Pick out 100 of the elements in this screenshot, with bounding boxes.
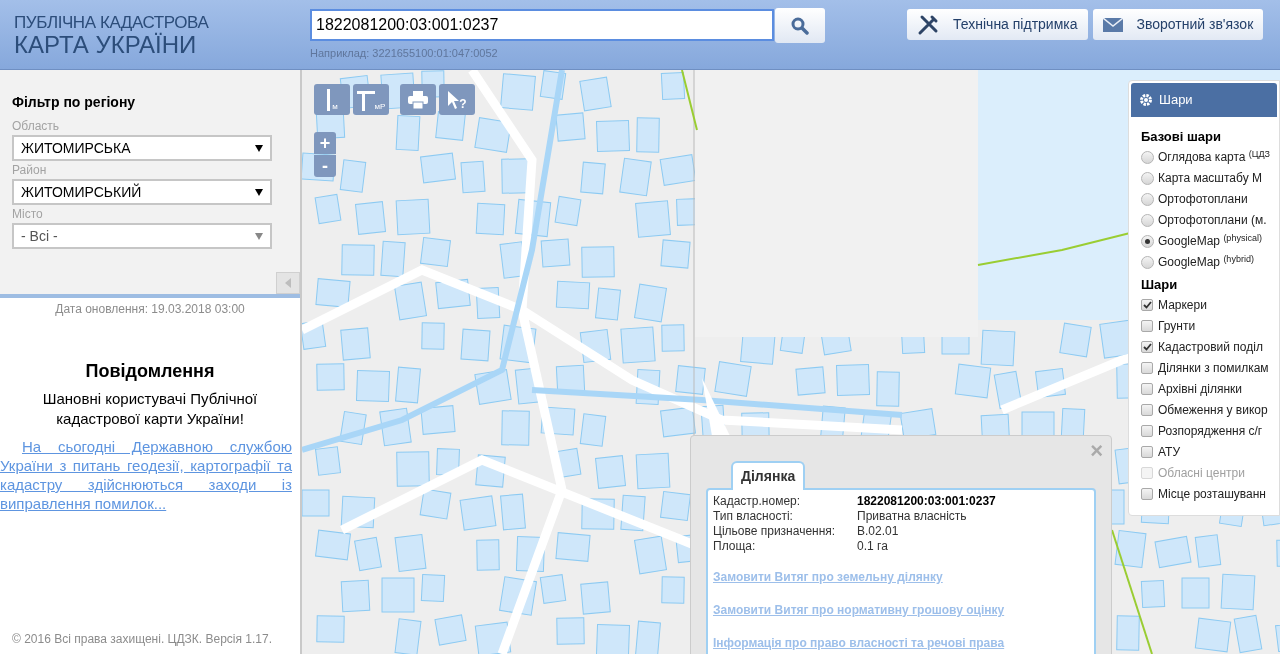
layer-option[interactable]: Архівні ділянки xyxy=(1141,378,1242,399)
dropdown-arrow-icon xyxy=(255,144,263,152)
checkbox[interactable] xyxy=(1141,403,1153,416)
collapse-button[interactable] xyxy=(276,272,300,294)
search-button[interactable] xyxy=(775,8,825,43)
land-parcel xyxy=(675,365,706,395)
field-label: Площа: xyxy=(713,539,757,554)
land-parcel xyxy=(1233,614,1263,654)
popup-tab[interactable]: Ділянка xyxy=(731,461,806,490)
land-parcel xyxy=(499,576,537,616)
land-parcel xyxy=(315,278,351,308)
layer-option[interactable]: Обмеження у викор xyxy=(1141,399,1268,420)
land-parcel xyxy=(579,413,607,447)
land-parcel xyxy=(354,536,382,572)
field-label: Місто xyxy=(12,206,44,223)
land-parcel xyxy=(634,535,667,575)
land-parcel xyxy=(421,322,445,350)
land-parcel xyxy=(341,244,375,276)
checkbox[interactable] xyxy=(1141,319,1153,332)
radio-button[interactable] xyxy=(1141,150,1154,164)
base-layer-option[interactable]: Ортофотоплани (м. xyxy=(1141,209,1267,231)
logo-line: ПУБЛІЧНА КАДАСТРОВА xyxy=(14,14,210,31)
left-arrow-icon xyxy=(285,278,291,288)
layer-option[interactable]: АТУ xyxy=(1141,441,1181,462)
land-parcel xyxy=(434,614,467,646)
search-icon xyxy=(791,16,809,35)
checkbox[interactable] xyxy=(1141,361,1153,374)
land-parcel xyxy=(539,574,567,604)
land-parcel xyxy=(314,193,342,225)
checkbox[interactable] xyxy=(1141,382,1153,395)
checkbox[interactable] xyxy=(1141,445,1153,458)
land-parcel xyxy=(316,363,345,391)
land-parcel xyxy=(500,73,536,111)
land-parcel xyxy=(420,573,446,603)
layer-option[interactable]: Кадастровий поділ xyxy=(1141,336,1263,357)
logo-line: КАРТА УКРАЇНИ xyxy=(14,33,197,57)
boundary-line xyxy=(681,70,698,131)
region-select[interactable]: ЖИТОМИРСЬКИЙ xyxy=(12,179,272,205)
support-button[interactable]: Технічна підтримка xyxy=(907,9,1088,40)
checkbox[interactable] xyxy=(1141,487,1153,500)
land-parcel xyxy=(1220,573,1256,611)
land-parcel xyxy=(555,532,591,562)
layer-option[interactable]: Розпорядження с/г xyxy=(1141,420,1263,441)
land-parcel xyxy=(954,363,992,399)
land-parcel xyxy=(661,576,685,604)
base-layer-option[interactable]: Оглядова карта $^{(ЦДЗ}$ xyxy=(1141,146,1271,168)
base-layer-option[interactable]: GoogleMap $^{(physical)}$ xyxy=(1141,230,1262,252)
radio-button[interactable] xyxy=(1141,192,1154,206)
land-parcel xyxy=(420,405,456,435)
region-select[interactable]: ЖИТОМИРСЬКА xyxy=(12,135,272,161)
feedback-button[interactable]: Зворотний зв'язок xyxy=(1092,9,1264,40)
checkbox[interactable] xyxy=(1141,340,1153,353)
land-parcel xyxy=(555,280,591,310)
area-ruler-icon xyxy=(356,88,375,111)
map-tool-button[interactable] xyxy=(400,84,436,115)
layers-title: Шари xyxy=(1159,91,1193,110)
land-parcel xyxy=(476,539,500,571)
question-mark: ? xyxy=(459,97,467,110)
land-parcel xyxy=(660,239,691,269)
land-parcel xyxy=(579,76,612,112)
tools-icon xyxy=(917,13,939,36)
land-parcel xyxy=(435,111,466,141)
land-parcel xyxy=(419,488,452,520)
land-parcel xyxy=(596,119,630,153)
checkbox[interactable] xyxy=(1141,424,1153,437)
radio-button[interactable] xyxy=(1141,234,1154,248)
land-parcel xyxy=(1116,615,1140,651)
land-parcel xyxy=(475,454,506,488)
radio-button[interactable] xyxy=(1141,171,1154,185)
land-parcel xyxy=(1154,535,1192,569)
land-parcel xyxy=(1194,534,1222,568)
layer-option[interactable]: Грунти xyxy=(1141,315,1196,336)
land-parcel xyxy=(620,326,656,364)
layer-option[interactable]: Маркери xyxy=(1141,294,1207,315)
land-parcel xyxy=(501,410,530,446)
radio-button[interactable] xyxy=(1141,213,1154,227)
land-parcel xyxy=(1276,539,1280,567)
layer-option[interactable]: Ділянки з помилкам xyxy=(1141,357,1269,378)
land-parcel xyxy=(474,117,512,153)
land-parcel xyxy=(795,366,826,396)
land-parcel xyxy=(634,283,667,323)
search-field[interactable]: 1822081200:03:001:0237 xyxy=(310,9,774,41)
land-parcel xyxy=(420,152,456,184)
land-parcel xyxy=(1181,577,1210,609)
base-layer-option[interactable]: GoogleMap $^{(hybrid)}$ xyxy=(1141,251,1254,273)
land-parcel xyxy=(554,195,582,227)
land-parcel xyxy=(661,324,685,352)
popup-pointer xyxy=(700,378,732,436)
field-value: 1822081200:03:001:0237 xyxy=(857,494,996,509)
layer-option[interactable]: Місце розташуванн xyxy=(1141,483,1266,504)
land-parcel xyxy=(474,369,512,405)
checkbox[interactable] xyxy=(1141,298,1153,311)
field-label: Кадастр.номер: xyxy=(713,494,802,509)
land-parcel xyxy=(396,451,430,487)
land-parcel xyxy=(339,159,367,193)
radio-button[interactable] xyxy=(1141,255,1154,269)
base-layer-option[interactable]: Карта масштабу М xyxy=(1141,167,1262,189)
land-parcel xyxy=(355,201,386,235)
land-parcel xyxy=(579,328,612,364)
base-layer-option[interactable]: Ортофотоплани xyxy=(1141,188,1248,210)
